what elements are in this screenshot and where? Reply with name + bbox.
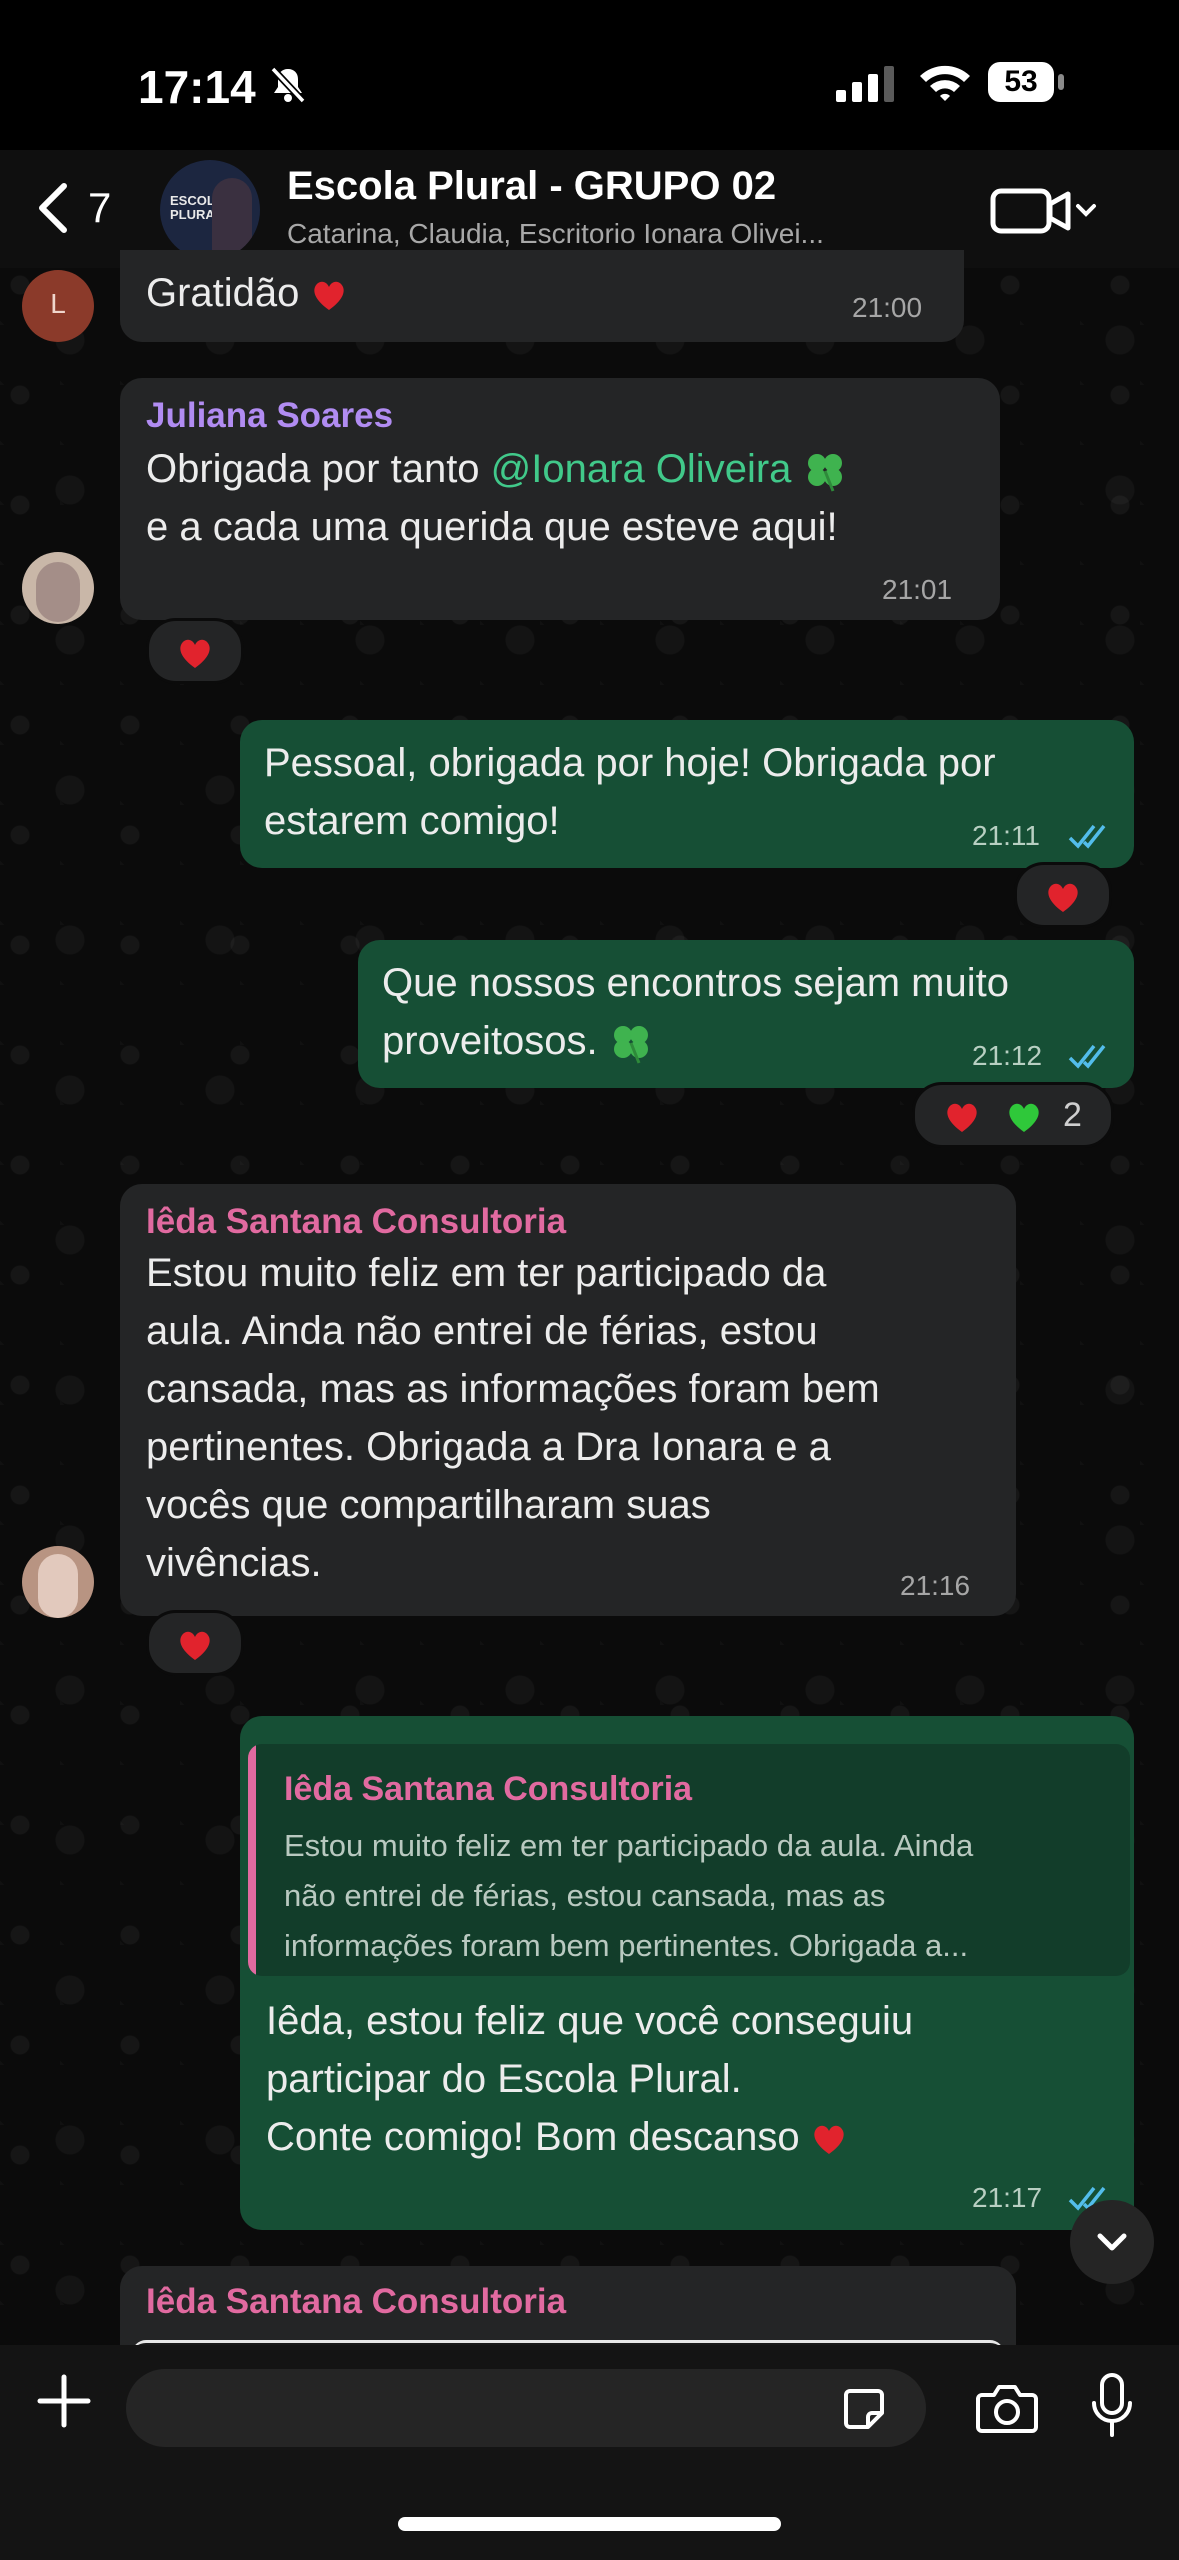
message-text: Conte comigo! Bom descanso	[266, 2115, 800, 2159]
sticker-icon[interactable]	[842, 2387, 886, 2431]
red-heart-emoji-icon	[814, 2126, 844, 2155]
message-text: participar do Escola Plural.	[266, 2057, 742, 2101]
avatar[interactable]	[22, 552, 94, 624]
message-bubble-outgoing[interactable]: Que nossos encontros sejam muito proveit…	[358, 940, 1134, 1088]
avatar-photo	[36, 562, 80, 622]
scroll-to-bottom-button[interactable]	[1070, 2200, 1154, 2284]
reaction-count: 2	[1062, 1096, 1082, 1134]
message-input[interactable]	[126, 2369, 926, 2447]
battery-tip	[1058, 74, 1064, 90]
composer-bar	[0, 2345, 1179, 2560]
video-call-icon[interactable]	[990, 186, 1100, 236]
avatar[interactable]: L	[22, 270, 94, 342]
message-text: Estou muito feliz em ter participado da	[146, 1251, 827, 1295]
green-heart-emoji-icon	[1008, 1103, 1039, 1133]
quoted-text: não entrei de férias, estou cansada, mas…	[284, 1878, 886, 1913]
red-heart-emoji-icon	[313, 282, 344, 311]
message-text: Que nossos encontros sejam muito	[382, 961, 1009, 1005]
red-heart-emoji-icon	[180, 1631, 210, 1661]
message-time: 21:17	[972, 2182, 1043, 2213]
battery-indicator: 53	[988, 62, 1054, 102]
quoted-text: Estou muito feliz em ter participado da …	[284, 1828, 974, 1863]
four-leaf-clover-emoji-icon	[807, 454, 842, 492]
message-text: aula. Ainda não entrei de férias, estou	[146, 1309, 818, 1353]
quote-accent-bar	[248, 1744, 256, 1976]
avatar-initial: L	[50, 288, 66, 319]
group-avatar-photo	[212, 178, 252, 258]
plus-icon[interactable]	[34, 2371, 94, 2431]
message-text: e a cada uma querida que esteve aqui!	[146, 505, 838, 549]
sender-name[interactable]: Juliana Soares	[146, 396, 393, 436]
message-time: 21:11	[972, 820, 1040, 851]
status-time: 17:14	[138, 61, 256, 113]
message-text: Obrigada por tanto	[146, 447, 491, 491]
read-receipt-icon	[1068, 824, 1106, 849]
reaction-badge[interactable]	[146, 1610, 244, 1676]
reaction-badge[interactable]	[1014, 862, 1112, 928]
chevron-down-icon	[1097, 2233, 1127, 2251]
message-text: proveitosos.	[382, 1019, 598, 1063]
message-text: Gratidão	[146, 271, 300, 315]
unread-count[interactable]: 7	[88, 184, 111, 232]
group-members[interactable]: Catarina, Claudia, Escritorio Ionara Oli…	[287, 218, 824, 250]
group-title[interactable]: Escola Plural - GRUPO 02	[287, 164, 776, 209]
camera-icon[interactable]	[976, 2383, 1038, 2435]
message-text: pertinentes. Obrigada a Dra Ionara e a	[146, 1425, 831, 1469]
microphone-icon[interactable]	[1090, 2373, 1134, 2439]
message-bubble-outgoing[interactable]: Pessoal, obrigada por hoje! Obrigada por…	[240, 720, 1134, 868]
avatar-photo	[38, 1554, 78, 1618]
message-time: 21:01	[882, 574, 953, 605]
red-heart-emoji-icon	[1048, 883, 1078, 913]
wifi-icon	[920, 65, 970, 101]
sender-name[interactable]: Iêda Santana Consultoria	[146, 1202, 566, 1242]
read-receipt-icon	[1068, 1044, 1106, 1069]
message-text: Pessoal, obrigada por hoje! Obrigada por	[264, 741, 996, 785]
message-bubble[interactable]: Juliana Soares Obrigada por tanto @Ionar…	[120, 378, 1000, 620]
home-indicator	[398, 2517, 781, 2531]
red-heart-emoji-icon	[947, 1103, 977, 1133]
reaction-badge[interactable]	[146, 618, 244, 684]
back-chevron-icon[interactable]	[30, 178, 74, 238]
sender-name[interactable]: Iêda Santana Consultoria	[146, 2282, 566, 2322]
message-text: cansada, mas as informações foram bem	[146, 1367, 880, 1411]
message-bubble[interactable]: Gratidão 21:00	[120, 250, 964, 342]
message-time: 21:12	[972, 1040, 1043, 1071]
message-text: Iêda, estou feliz que você conseguiu	[266, 1999, 914, 2043]
status-bar: 17:14 53	[0, 0, 1179, 150]
message-text: vivências.	[146, 1541, 322, 1585]
group-avatar[interactable]: ESCOLA PLURAL	[160, 160, 260, 260]
reaction-badge[interactable]: 2	[912, 1082, 1114, 1148]
mention-link[interactable]: @Ionara Oliveira	[491, 447, 792, 491]
quoted-text: informações foram bem pertinentes. Obrig…	[284, 1928, 969, 1963]
red-heart-emoji-icon	[180, 639, 210, 669]
silent-bell-icon	[270, 66, 306, 104]
avatar[interactable]	[22, 1546, 94, 1618]
message-time: 21:00	[852, 292, 923, 323]
cellular-signal-icon	[836, 66, 894, 102]
message-bubble[interactable]: Iêda Santana Consultoria Estou muito fel…	[120, 1184, 1016, 1616]
message-time: 21:16	[900, 1570, 971, 1601]
four-leaf-clover-emoji-icon	[613, 1026, 648, 1064]
message-text: vocês que compartilharam suas	[146, 1483, 711, 1527]
message-text: estarem comigo!	[264, 799, 560, 843]
quoted-message[interactable]: Iêda Santana Consultoria Estou muito fel…	[248, 1744, 1130, 1976]
quoted-sender: Iêda Santana Consultoria	[284, 1770, 693, 1808]
